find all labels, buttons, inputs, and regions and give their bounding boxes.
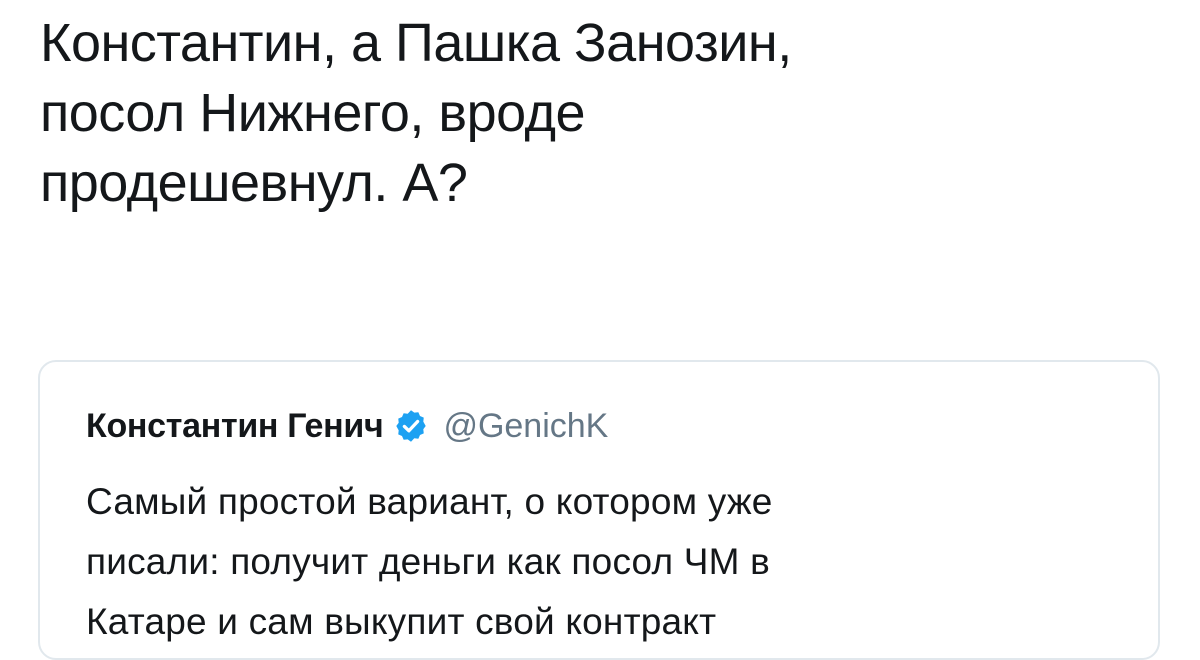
verified-badge-icon — [393, 408, 429, 444]
quoted-tweet-header: Константин Генич @GenichK — [86, 404, 608, 448]
quoted-text-line: Самый простой вариант, о котором уже — [86, 481, 773, 522]
quoted-tweet-text: Самый простой вариант, о котором уже пис… — [86, 472, 1126, 652]
quoted-tweet-card[interactable]: Константин Генич @GenichK Самый простой … — [38, 360, 1160, 660]
tweet-text: Константин, а Пашка Занозин, посол Нижне… — [40, 8, 1160, 218]
quoted-text-line: писали: получит деньги как посол ЧМ в — [86, 541, 771, 582]
quoted-author-name[interactable]: Константин Генич — [86, 407, 384, 446]
tweet-text-line: посол Нижнего, вроде — [40, 83, 586, 143]
tweet-text-line: Константин, а Пашка Занозин, — [40, 13, 792, 73]
quoted-author-handle[interactable]: @GenichK — [443, 407, 608, 446]
quoted-text-line: Катаре и сам выкупит свой контракт — [86, 601, 717, 642]
tweet-text-line: продешевнул. А? — [40, 153, 468, 213]
